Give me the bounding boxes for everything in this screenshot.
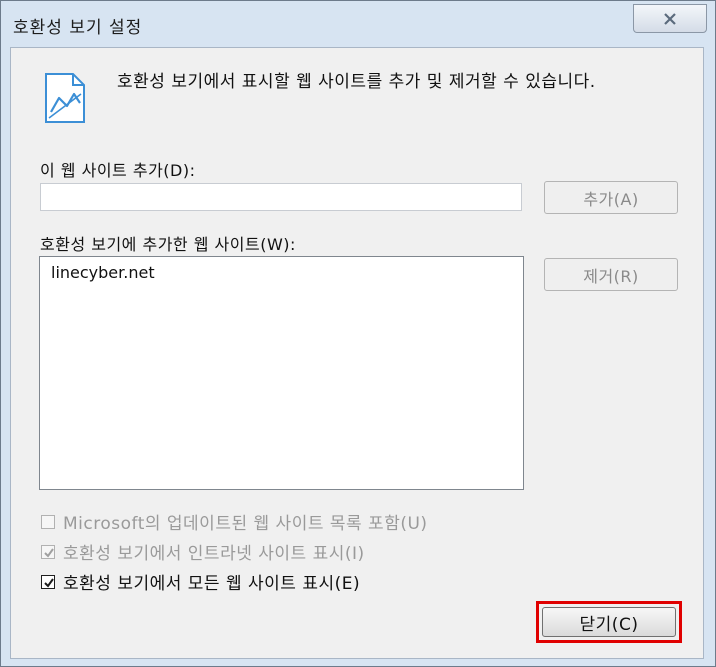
title-bar: 호환성 보기 설정	[1, 1, 715, 47]
close-button[interactable]: 닫기(C)	[542, 607, 676, 637]
window-title: 호환성 보기 설정	[13, 18, 143, 38]
close-button-highlight: 닫기(C)	[536, 601, 682, 643]
include-updated-list-checkbox[interactable]	[41, 514, 55, 529]
added-sites-list[interactable]: linecyber.net	[39, 256, 524, 490]
add-site-label: 이 웹 사이트 추가(D):	[40, 161, 196, 180]
dialog-window: 호환성 보기 설정 호환성 보기에서 표시할 웹 사이트를 추가 및 제거할 수…	[0, 0, 716, 667]
added-sites-label: 호환성 보기에 추가한 웹 사이트(W):	[40, 235, 296, 254]
checkbox-row-intranet[interactable]: 호환성 보기에서 인트라넷 사이트 표시(I)	[41, 539, 365, 564]
add-button[interactable]: 추가(A)	[544, 181, 678, 214]
list-item[interactable]: linecyber.net	[51, 263, 155, 282]
checkmark-icon	[44, 547, 54, 558]
intranet-label: 호환성 보기에서 인트라넷 사이트 표시(I)	[63, 544, 365, 564]
all-sites-label: 호환성 보기에서 모든 웹 사이트 표시(E)	[63, 574, 361, 594]
all-sites-checkbox[interactable]	[41, 574, 55, 589]
broken-page-icon	[45, 73, 85, 123]
dialog-description: 호환성 보기에서 표시할 웹 사이트를 추가 및 제거할 수 있습니다.	[117, 72, 596, 92]
checkbox-row-all-sites[interactable]: 호환성 보기에서 모든 웹 사이트 표시(E)	[41, 569, 360, 594]
window-close-button[interactable]	[633, 4, 707, 33]
dialog-body: 호환성 보기에서 표시할 웹 사이트를 추가 및 제거할 수 있습니다. 이 웹…	[10, 47, 704, 659]
close-icon	[664, 12, 676, 25]
add-site-input[interactable]	[40, 183, 522, 211]
remove-button[interactable]: 제거(R)	[544, 258, 678, 291]
include-updated-list-label: Microsoft의 업데이트된 웹 사이트 목록 포함(U)	[63, 514, 428, 534]
checkbox-row-include-updated-list[interactable]: Microsoft의 업데이트된 웹 사이트 목록 포함(U)	[41, 509, 428, 534]
checkmark-icon	[44, 577, 54, 588]
intranet-checkbox[interactable]	[41, 544, 55, 559]
